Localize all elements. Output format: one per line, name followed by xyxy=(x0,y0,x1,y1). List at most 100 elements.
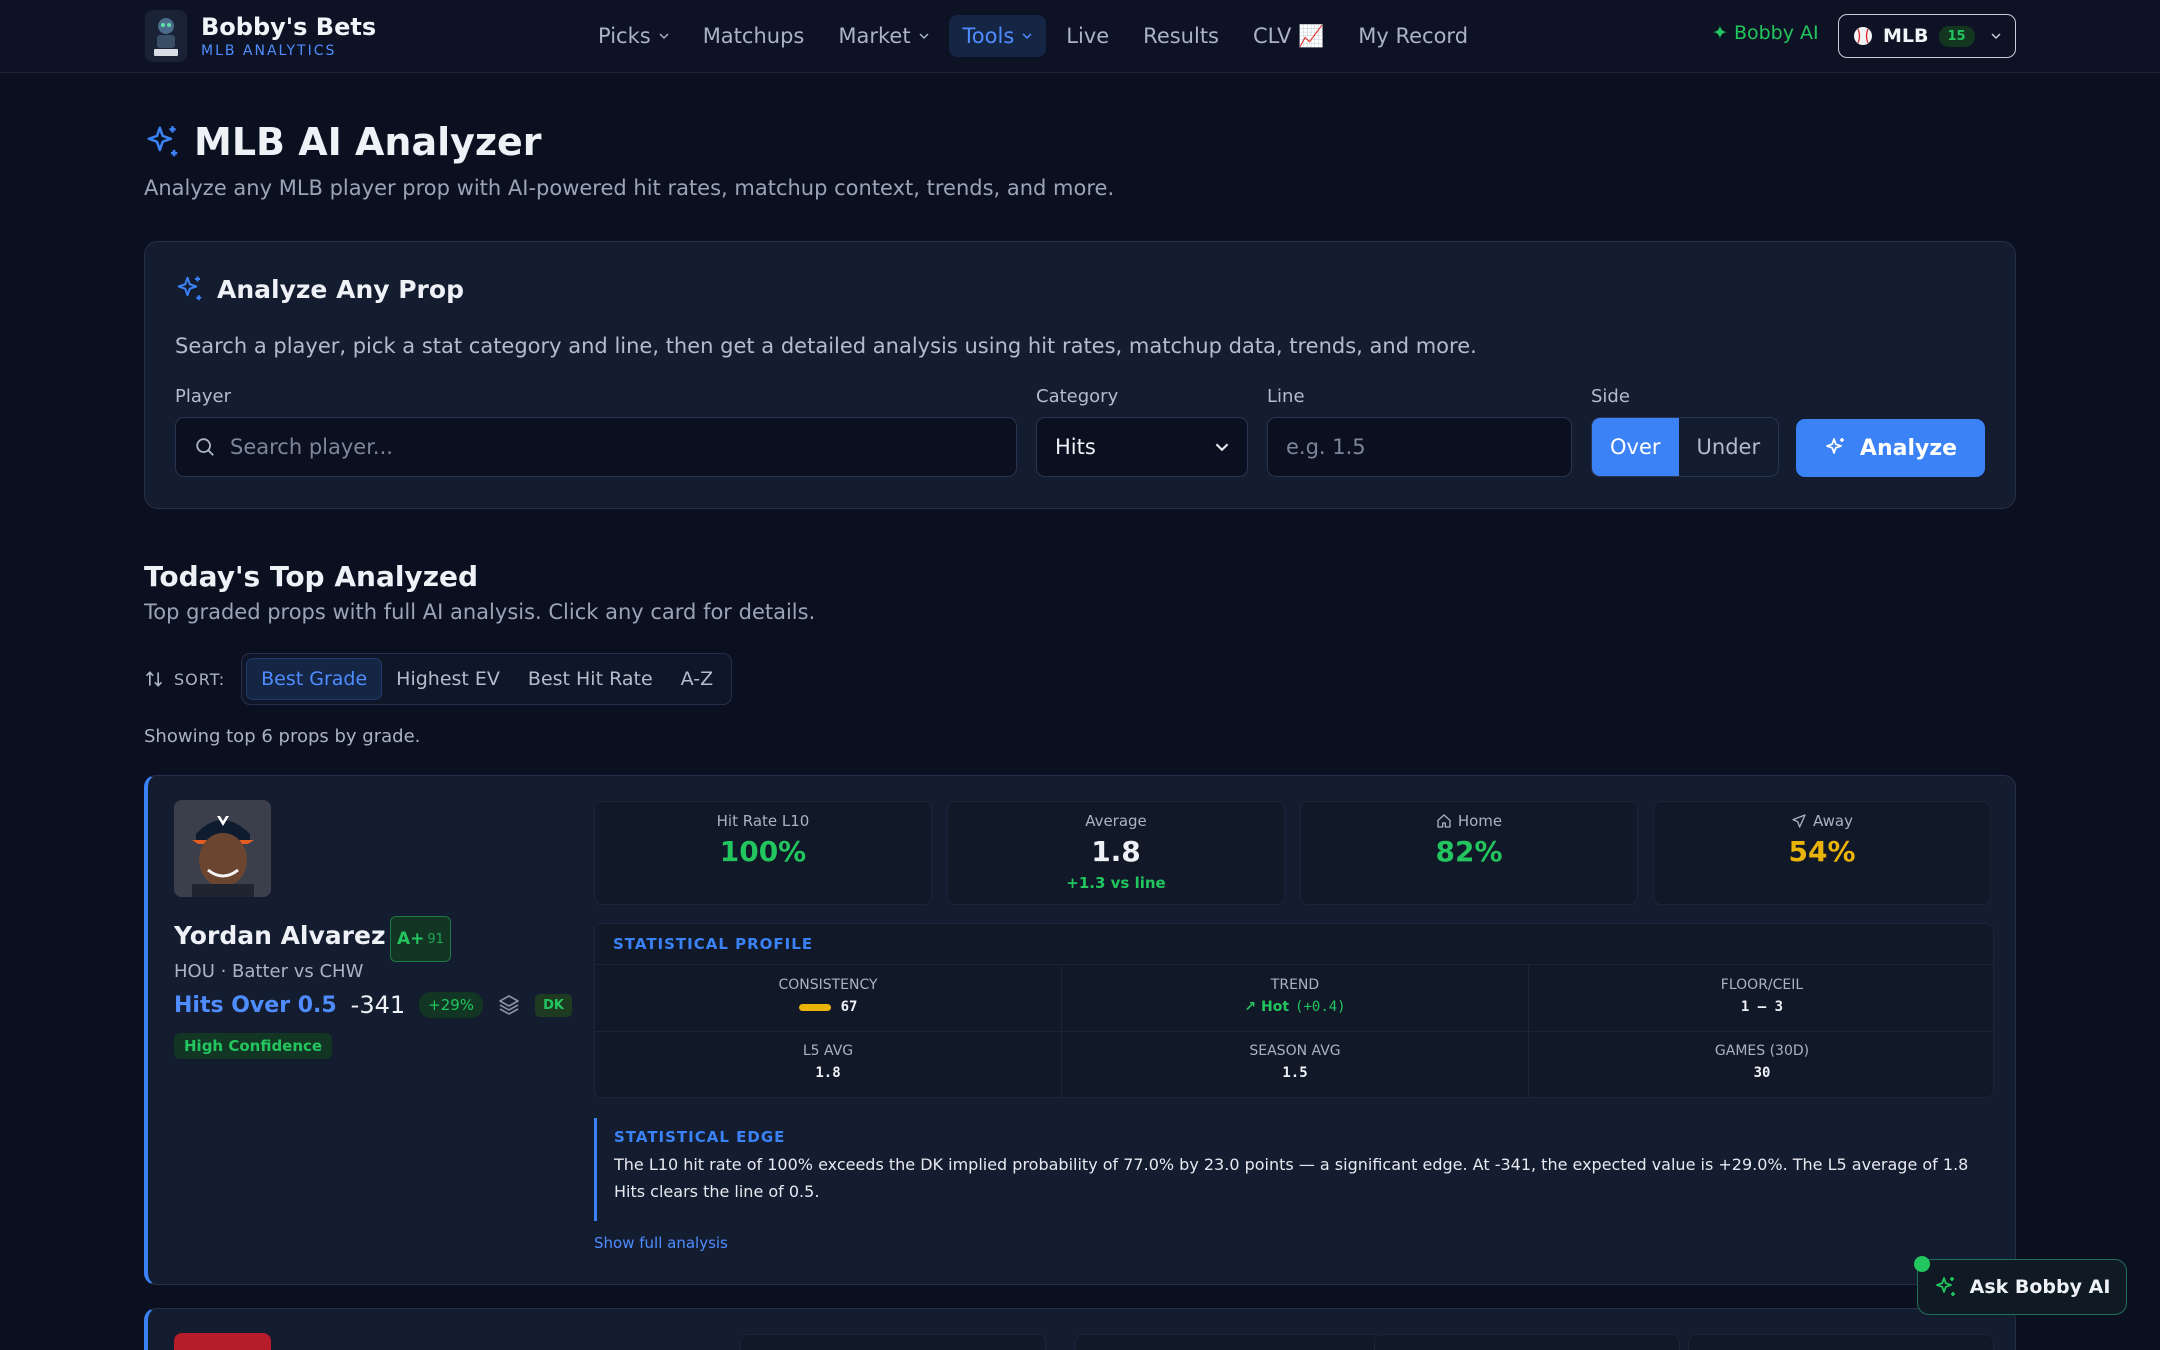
nav-my-record[interactable]: My Record xyxy=(1344,15,1482,57)
sort-label: SORT: xyxy=(174,669,226,689)
top-navbar: Bobby's Bets MLB ANALYTICS Picks Matchup… xyxy=(0,0,2160,73)
profile-games: GAMES (30D) 30 xyxy=(1529,1043,1995,1081)
nav-results[interactable]: Results xyxy=(1129,15,1233,57)
nav-picks[interactable]: Picks xyxy=(584,15,683,57)
sort-a-z[interactable]: A-Z xyxy=(667,659,727,699)
stat-average: Average 1.8 +1.3 vs line xyxy=(947,801,1285,905)
home-icon xyxy=(1437,814,1451,828)
bobby-ai-link[interactable]: ✦ Bobby AI xyxy=(1712,22,1819,44)
layers-icon[interactable] xyxy=(497,993,521,1017)
category-selected-value: Hits xyxy=(1055,435,1096,459)
category-field-label: Category xyxy=(1036,386,1119,407)
l5-avg-label: L5 AVG xyxy=(802,1043,854,1059)
sport-selector[interactable]: MLB 15 xyxy=(1838,14,2016,58)
line-field-label: Line xyxy=(1267,386,1305,407)
ask-bobby-ai-label: Ask Bobby AI xyxy=(1969,1276,2111,1298)
average-vs-line: +1.3 vs line xyxy=(1066,874,1166,892)
category-select[interactable]: Hits xyxy=(1036,417,1248,477)
showing-count-text: Showing top 6 props by grade. xyxy=(144,726,421,747)
sparkles-icon xyxy=(1826,438,1844,454)
statistical-profile: STATISTICAL PROFILE CONSISTENCY 67 TREND… xyxy=(594,923,1995,1098)
prop-description: Hits Over 0.5 xyxy=(174,992,337,1018)
trend-delta: (+0.4) xyxy=(1295,999,1346,1015)
line-input-placeholder: e.g. 1.5 xyxy=(1286,435,1366,459)
sort-best-hit-rate[interactable]: Best Hit Rate xyxy=(514,659,667,699)
away-label: Away xyxy=(1688,1334,1994,1350)
nav-live[interactable]: Live xyxy=(1052,15,1123,57)
brand-name: Bobby's Bets xyxy=(201,13,377,41)
average-label: Average xyxy=(1085,812,1147,830)
line-input[interactable]: e.g. 1.5 xyxy=(1267,417,1572,477)
nav-clv[interactable]: CLV 📈 xyxy=(1239,15,1338,57)
nav-market[interactable]: Market xyxy=(824,15,942,57)
analyze-button[interactable]: Analyze xyxy=(1796,419,1985,477)
hit-rate-value: 100% xyxy=(719,835,807,868)
player-avatar xyxy=(174,800,271,897)
sparkles-icon xyxy=(1935,1277,1955,1296)
statistical-edge: STATISTICAL EDGE The L10 hit rate of 100… xyxy=(594,1118,1994,1221)
nav-matchups-label: Matchups xyxy=(702,24,805,48)
analyze-button-label: Analyze xyxy=(1859,435,1958,461)
profile-season-avg: SEASON AVG 1.5 xyxy=(1062,1043,1528,1081)
brand[interactable]: Bobby's Bets MLB ANALYTICS xyxy=(145,10,376,62)
chevron-down-icon xyxy=(1991,33,2001,40)
page-header: MLB AI Analyzer xyxy=(144,120,542,164)
stat-hit-rate: Hit Rate L10 100% xyxy=(594,801,932,905)
nav-tools-label: Tools xyxy=(962,24,1015,48)
nav-matchups[interactable]: Matchups xyxy=(689,15,819,57)
profile-consistency: CONSISTENCY 67 xyxy=(595,977,1061,1015)
prop-odds: -341 xyxy=(350,991,406,1019)
profile-floor-ceiling: FLOOR/CEIL 1 – 3 xyxy=(1529,977,1995,1015)
side-under-button[interactable]: Under xyxy=(1679,418,1779,476)
prop-line: Hits Over 0.5 -341 +29% DK xyxy=(174,991,572,1019)
sort-highest-ev[interactable]: Highest EV xyxy=(382,659,514,699)
nav-tools[interactable]: Tools xyxy=(948,15,1047,57)
nav-live-label: Live xyxy=(1066,24,1110,48)
prop-card[interactable]: Hit Rate L10 Average Home Away xyxy=(144,1308,2016,1350)
games-value: 30 xyxy=(1753,1065,1771,1081)
grade-letter: A+ xyxy=(397,929,425,949)
consistency-value: 67 xyxy=(840,999,858,1015)
chevron-down-icon xyxy=(1022,33,1032,40)
home-value: 82% xyxy=(1435,835,1503,868)
consistency-bar xyxy=(798,1003,831,1011)
sport-label: MLB xyxy=(1883,25,1929,47)
player-search-input[interactable]: Search player... xyxy=(175,417,1017,477)
side-toggle: Over Under xyxy=(1591,417,1780,477)
robot-mascot-icon xyxy=(145,10,187,62)
sportsbook-badge: DK xyxy=(535,993,572,1017)
player-team-matchup: HOU · Batter vs CHW xyxy=(174,961,364,982)
ask-bobby-ai-button[interactable]: Ask Bobby AI xyxy=(1917,1259,2127,1315)
sort-options: Best Grade Highest EV Best Hit Rate A-Z xyxy=(241,653,733,705)
grade-score: 91 xyxy=(427,931,444,947)
side-over-button[interactable]: Over xyxy=(1592,418,1679,476)
airplane-icon xyxy=(1792,814,1806,828)
show-full-analysis-link[interactable]: Show full analysis xyxy=(594,1234,728,1252)
stat-home: Home 82% xyxy=(1300,801,1638,905)
sport-count-badge: 15 xyxy=(1938,25,1975,47)
trend-label: TREND xyxy=(1270,977,1320,993)
home-label: Home xyxy=(1374,1334,1680,1350)
player-field-label: Player xyxy=(175,386,232,407)
page-subtitle: Analyze any MLB player prop with AI-powe… xyxy=(144,176,1115,200)
hit-rate-label: Hit Rate L10 xyxy=(740,1334,1046,1350)
prop-card[interactable]: Yordan Alvarez A+ 91 HOU · Batter vs CHW… xyxy=(144,775,2016,1285)
average-value: 1.8 xyxy=(1091,835,1141,868)
top-analyzed-title: Today's Top Analyzed xyxy=(144,560,479,593)
chevron-down-icon xyxy=(659,33,669,40)
ev-badge: +29% xyxy=(419,992,484,1018)
sort-best-grade[interactable]: Best Grade xyxy=(246,658,383,700)
profile-l5-avg: L5 AVG 1.8 xyxy=(595,1043,1061,1081)
profile-title: STATISTICAL PROFILE xyxy=(595,924,1993,965)
player-search-placeholder: Search player... xyxy=(230,435,393,459)
profile-trend: TREND ↗ Hot (+0.4) xyxy=(1062,977,1528,1015)
chevron-down-icon xyxy=(1215,443,1229,452)
online-status-dot xyxy=(1914,1256,1930,1272)
edge-title: STATISTICAL EDGE xyxy=(614,1128,786,1146)
side-field-label: Side xyxy=(1591,386,1630,407)
analyze-card-description: Search a player, pick a stat category an… xyxy=(175,334,1477,358)
brand-subtitle: MLB ANALYTICS xyxy=(201,43,337,59)
page-title: MLB AI Analyzer xyxy=(194,120,542,164)
top-analyzed-subtitle: Top graded props with full AI analysis. … xyxy=(144,600,816,624)
analyze-card-title: Analyze Any Prop xyxy=(217,274,464,304)
